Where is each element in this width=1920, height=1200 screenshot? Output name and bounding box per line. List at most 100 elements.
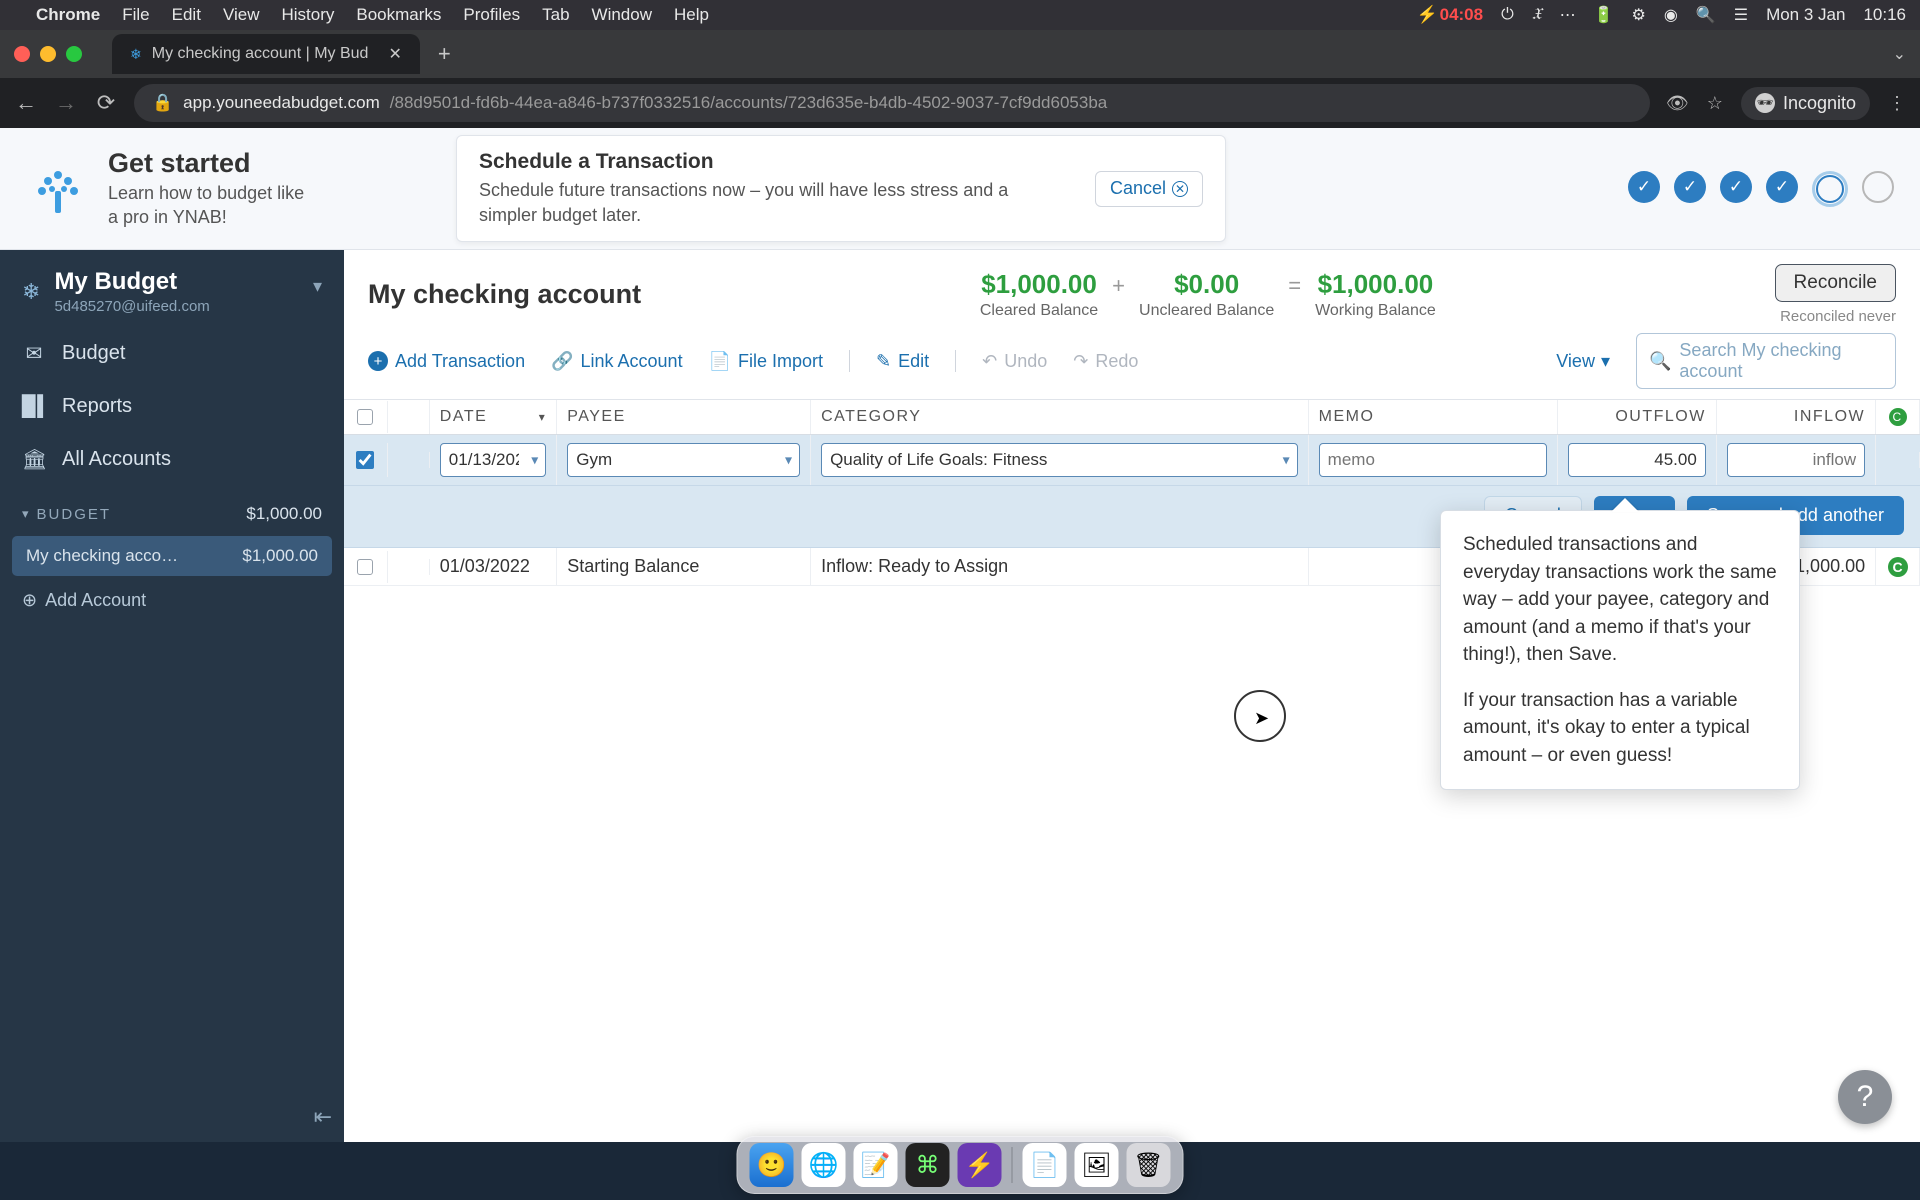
menubar-app[interactable]: Chrome (36, 5, 100, 25)
menu-history[interactable]: History (281, 5, 334, 25)
select-all-checkbox[interactable] (357, 409, 373, 425)
incognito-indicator[interactable]: 🕶 Incognito (1741, 87, 1870, 120)
menu-help[interactable]: Help (674, 5, 709, 25)
progress-step-5[interactable] (1812, 171, 1848, 207)
cleared-balance-value: $1,000.00 (980, 269, 1098, 300)
progress-step-6[interactable] (1862, 171, 1894, 203)
dock-chrome-icon[interactable]: 🌐 (802, 1143, 846, 1187)
status-icon-2[interactable]: 𝔛 (1532, 6, 1542, 24)
sidebar-section-budget[interactable]: ▾ BUDGET $1,000.00 (0, 486, 344, 530)
chrome-menu-icon[interactable]: ⋮ (1888, 93, 1906, 114)
help-button[interactable]: ? (1838, 1070, 1892, 1124)
edit-button[interactable]: ✎Edit (876, 351, 929, 372)
menubar-time[interactable]: 10:16 (1863, 5, 1906, 25)
dock-trash-icon[interactable]: 🗑 (1127, 1143, 1171, 1187)
dock-terminal-icon[interactable]: ⌘ (906, 1143, 950, 1187)
file-icon: 📄 (709, 351, 731, 372)
cursor-pointer-icon: ➤ (1254, 708, 1269, 729)
url-input[interactable]: 🔒 app.youneedabudget.com/88d9501d-fd6b-4… (134, 84, 1650, 122)
progress-step-3[interactable]: ✓ (1720, 171, 1752, 203)
column-memo[interactable]: MEMO (1309, 400, 1558, 434)
status-icon-3[interactable]: ⋯ (1560, 5, 1576, 25)
menu-bookmarks[interactable]: Bookmarks (356, 5, 441, 25)
dock-notes-icon[interactable]: 📝 (854, 1143, 898, 1187)
menu-profiles[interactable]: Profiles (463, 5, 520, 25)
pencil-icon: ✎ (876, 351, 891, 372)
chevron-down-icon: ▾ (22, 506, 31, 522)
column-outflow[interactable]: OUTFLOW (1558, 400, 1717, 434)
cleared-icon[interactable]: C (1888, 557, 1908, 577)
battery-indicator[interactable]: ⚡04:08 (1416, 5, 1483, 25)
menu-file[interactable]: File (122, 5, 149, 25)
menu-window[interactable]: Window (592, 5, 652, 25)
eye-off-icon[interactable]: 👁︎ (1666, 93, 1689, 114)
chevron-down-icon: ▾ (313, 276, 322, 297)
menubar-date[interactable]: Mon 3 Jan (1766, 5, 1845, 25)
link-account-button[interactable]: 🔗Link Account (551, 351, 683, 372)
search-input[interactable]: 🔍Search My checking account (1636, 333, 1896, 389)
envelope-icon: ✉︎ (22, 341, 46, 366)
window-minimize-icon[interactable] (40, 46, 56, 62)
row-checkbox[interactable] (357, 559, 373, 575)
dock-preview-icon[interactable]: 🖼 (1075, 1143, 1119, 1187)
date-input[interactable] (440, 443, 546, 477)
cleared-column-icon[interactable]: C (1889, 408, 1907, 426)
battery-icon[interactable]: 🔋 (1594, 5, 1614, 25)
dock-finder-icon[interactable]: 🙂 (750, 1143, 794, 1187)
column-payee[interactable]: PAYEE (557, 400, 811, 434)
sidebar-budget-header[interactable]: ❄︎ My Budget 5d485270@uifeed.com ▾ (0, 250, 344, 327)
new-tab-button[interactable]: + (438, 41, 451, 67)
control-center-icon[interactable]: ◉ (1664, 5, 1678, 25)
column-category[interactable]: CATEGORY (811, 400, 1309, 434)
back-button[interactable]: ← (14, 90, 38, 116)
progress-step-2[interactable]: ✓ (1674, 171, 1706, 203)
reload-button[interactable]: ⟳ (94, 90, 118, 116)
file-import-button[interactable]: 📄File Import (709, 351, 823, 372)
column-inflow[interactable]: INFLOW (1717, 400, 1876, 434)
dock-app-icon[interactable]: ⚡ (958, 1143, 1002, 1187)
inflow-input[interactable] (1727, 443, 1865, 477)
working-balance-value: $1,000.00 (1315, 269, 1436, 300)
transaction-edit-row (344, 435, 1920, 486)
add-account-button[interactable]: ⊕ Add Account (0, 576, 344, 625)
sidebar-collapse-button[interactable]: ⇤ (0, 1092, 344, 1142)
onboarding-progress: ✓ ✓ ✓ ✓ (1628, 171, 1894, 207)
category-input[interactable] (821, 443, 1298, 477)
uncleared-balance-value: $0.00 (1139, 269, 1274, 300)
row-checkbox[interactable] (356, 451, 374, 469)
sidebar-item-reports[interactable]: ▉▍ Reports (0, 380, 344, 433)
siri-icon[interactable]: ☰ (1734, 5, 1748, 25)
window-close-icon[interactable] (14, 46, 30, 62)
outflow-input[interactable] (1568, 443, 1706, 477)
sidebar: ❄︎ My Budget 5d485270@uifeed.com ▾ ✉︎ Bu… (0, 250, 344, 1142)
budget-email: 5d485270@uifeed.com (54, 298, 209, 315)
sidebar-item-budget[interactable]: ✉︎ Budget (0, 327, 344, 380)
reconcile-button[interactable]: Reconcile (1775, 264, 1896, 302)
column-date[interactable]: DATE▾ (430, 400, 557, 434)
menu-view[interactable]: View (223, 5, 260, 25)
wifi-icon[interactable]: ⚙︎ (1631, 5, 1645, 25)
view-dropdown[interactable]: View▾ (1556, 351, 1610, 372)
incognito-icon: 🕶 (1755, 93, 1775, 113)
dock-separator (1012, 1147, 1013, 1183)
window-fullscreen-icon[interactable] (66, 46, 82, 62)
bolt-icon: ⚡ (1416, 5, 1437, 25)
add-transaction-button[interactable]: +Add Transaction (368, 351, 525, 372)
spotlight-icon[interactable]: 🔍 (1696, 5, 1716, 25)
sidebar-item-all-accounts[interactable]: 🏛 All Accounts (0, 433, 344, 486)
tabs-expand-icon[interactable]: ⌄ (1893, 44, 1906, 64)
browser-tab[interactable]: ❄︎ My checking account | My Bud ✕ (112, 34, 420, 74)
progress-step-1[interactable]: ✓ (1628, 171, 1660, 203)
payee-input[interactable] (567, 443, 800, 477)
tab-close-icon[interactable]: ✕ (388, 44, 401, 64)
bookmark-star-icon[interactable]: ☆ (1707, 93, 1723, 114)
memo-input[interactable] (1319, 443, 1547, 477)
menu-tab[interactable]: Tab (542, 5, 569, 25)
sidebar-account-item[interactable]: My checking acco… $1,000.00 (12, 536, 332, 576)
status-icon-1[interactable]: ⏻ (1501, 6, 1514, 24)
onboarding-cancel-button[interactable]: Cancel ✕ (1095, 171, 1203, 207)
content-area: My checking account $1,000.00 Cleared Ba… (344, 250, 1920, 1142)
progress-step-4[interactable]: ✓ (1766, 171, 1798, 203)
dock-textedit-icon[interactable]: 📄 (1023, 1143, 1067, 1187)
menu-edit[interactable]: Edit (172, 5, 201, 25)
